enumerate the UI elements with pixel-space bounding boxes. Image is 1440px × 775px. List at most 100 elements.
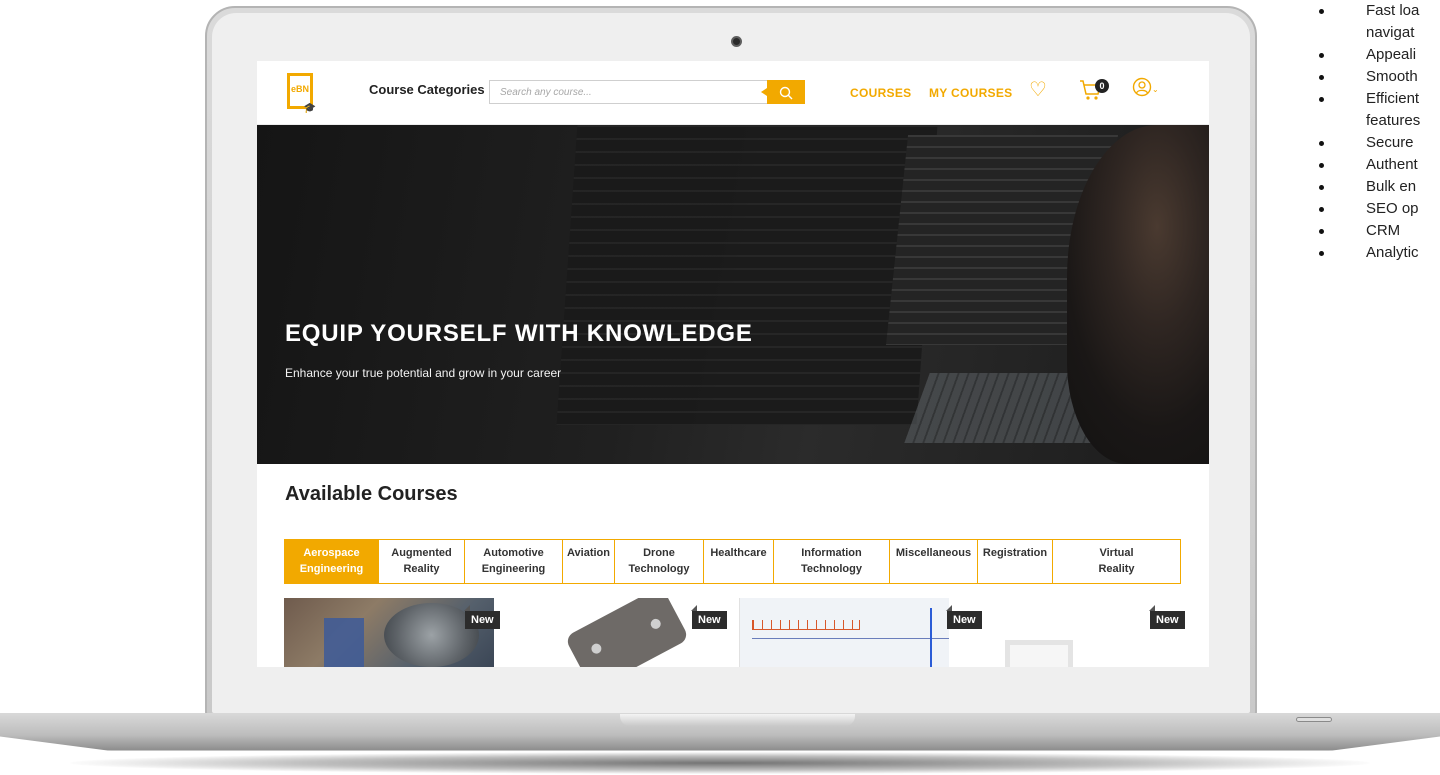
tab-automotive-engineering[interactable]: Automotive Engineering xyxy=(465,540,563,583)
feature-item: CRM xyxy=(1319,220,1440,242)
bracket-hole xyxy=(648,617,663,631)
feature-text: Efficient xyxy=(1366,90,1420,107)
tab-label-line1: Healthcare xyxy=(710,547,767,559)
image-placeholder-icon xyxy=(1005,640,1073,667)
feature-item: Bulk en xyxy=(1319,176,1440,198)
feature-text: navigat xyxy=(1366,24,1415,41)
laptop-notch xyxy=(620,714,855,726)
feature-item: Appeali xyxy=(1319,44,1440,66)
bullet-icon xyxy=(1319,53,1324,58)
bullet-icon xyxy=(1319,75,1324,80)
tab-label-line1: Augmented xyxy=(391,547,452,559)
feature-text: features xyxy=(1366,112,1421,129)
graduation-cap-icon: 🎓 xyxy=(303,103,317,114)
search-icon xyxy=(779,86,793,99)
feature-item-continued: features xyxy=(1320,110,1440,132)
website-screen: eBN 🎓 Course Categories COURSES MY COURS… xyxy=(257,61,1209,667)
feature-text: Analytic xyxy=(1366,244,1419,261)
tab-label-line1: Virtual xyxy=(1099,547,1134,559)
feature-list: Fast loa navigat Appeali Smooth Efficien… xyxy=(1319,0,1440,264)
bracket-part-image xyxy=(564,598,690,667)
feature-item: Smooth xyxy=(1319,66,1440,88)
search-button[interactable] xyxy=(761,80,805,104)
tab-information-technology[interactable]: Information Technology xyxy=(774,540,890,583)
bullet-icon xyxy=(1319,251,1324,256)
bullet-icon xyxy=(1319,185,1324,190)
hero-subtitle: Enhance your true potential and grow in … xyxy=(285,366,562,380)
course-categories-menu[interactable]: Course Categories xyxy=(369,82,485,97)
tab-virtual-reality[interactable]: Virtual Reality xyxy=(1053,540,1180,583)
feature-text: Fast loa xyxy=(1366,2,1420,19)
camera-icon xyxy=(731,36,742,47)
bullet-icon xyxy=(1319,141,1324,146)
feature-item: Efficient xyxy=(1319,88,1440,110)
feature-item: SEO op xyxy=(1319,198,1440,220)
logo-text: eBN xyxy=(290,84,309,94)
tab-label-line1: Information xyxy=(801,547,862,559)
diagram-line xyxy=(752,638,949,639)
hero-banner: EQUIP YOURSELF WITH KNOWLEDGE Enhance yo… xyxy=(257,125,1209,464)
hero-background-monitor xyxy=(556,125,938,425)
cart-count-badge: 0 xyxy=(1095,79,1109,93)
feature-text: Appeali xyxy=(1366,46,1417,63)
tab-label-line2: Reality xyxy=(403,563,440,575)
course-card[interactable] xyxy=(967,598,1177,667)
tab-label-line1: Aviation xyxy=(567,547,610,559)
tab-registration[interactable]: Registration xyxy=(978,540,1053,583)
new-badge: New xyxy=(946,605,982,629)
bullet-icon xyxy=(1319,97,1324,102)
tab-drone-technology[interactable]: Drone Technology xyxy=(615,540,704,583)
new-badge: New xyxy=(464,605,500,629)
tab-label-line1: Registration xyxy=(982,547,1048,559)
diagram-axis xyxy=(930,608,932,667)
beam-diagram-image xyxy=(752,620,860,630)
bullet-icon xyxy=(1319,9,1324,14)
chevron-down-icon[interactable]: ⌄ xyxy=(1152,85,1159,94)
feature-text: Authent xyxy=(1366,156,1418,173)
tab-label-line1: Drone xyxy=(643,547,675,559)
site-header: eBN 🎓 Course Categories COURSES MY COURS… xyxy=(257,61,1209,125)
bracket-hole xyxy=(589,641,604,656)
course-category-tabs: Aerospace Engineering Augmented Reality … xyxy=(284,539,1181,584)
feature-text: Bulk en xyxy=(1366,178,1417,195)
tab-label-line2: Technology xyxy=(801,563,862,575)
tab-label-line1: Aerospace xyxy=(303,547,360,559)
course-cards: New New New New xyxy=(284,598,1185,667)
tab-augmented-reality[interactable]: Augmented Reality xyxy=(379,540,465,583)
feature-text: Smooth xyxy=(1366,68,1418,85)
tab-healthcare[interactable]: Healthcare xyxy=(704,540,774,583)
tab-label-line2: Engineering xyxy=(299,563,364,575)
feature-item: Secure xyxy=(1319,132,1440,154)
tab-miscellaneous[interactable]: Miscellaneous xyxy=(890,540,978,583)
course-card[interactable] xyxy=(284,598,494,667)
section-title: Available Courses xyxy=(285,483,458,505)
user-icon-svg xyxy=(1132,77,1152,97)
course-card[interactable] xyxy=(739,598,949,667)
tab-label-line1: Miscellaneous xyxy=(895,547,972,559)
heart-icon[interactable]: ♡ xyxy=(1029,77,1047,102)
user-icon[interactable] xyxy=(1132,77,1152,103)
tab-label-line2: Technology xyxy=(628,563,690,575)
bullet-icon xyxy=(1319,229,1324,234)
laptop-indicator xyxy=(1296,717,1332,722)
bullet-icon xyxy=(1319,163,1324,168)
feature-item-continued: navigat xyxy=(1320,22,1440,44)
tab-label-line2: Reality xyxy=(1098,563,1135,575)
feature-item: Authent xyxy=(1319,154,1440,176)
feature-item: Analytic xyxy=(1319,242,1440,264)
nav-courses[interactable]: COURSES xyxy=(850,86,911,100)
new-badge: New xyxy=(691,605,727,629)
laptop-shadow xyxy=(70,752,1370,774)
search-input[interactable] xyxy=(489,80,767,104)
feature-text: CRM xyxy=(1366,222,1401,239)
tab-label-line2: Engineering xyxy=(481,563,546,575)
engine-worker-image xyxy=(324,618,364,667)
new-badge: New xyxy=(1149,605,1185,629)
tab-aerospace-engineering[interactable]: Aerospace Engineering xyxy=(285,540,379,583)
feature-text: SEO op xyxy=(1366,200,1419,217)
tab-aviation[interactable]: Aviation xyxy=(563,540,615,583)
feature-text: Secure xyxy=(1366,134,1414,151)
bullet-icon xyxy=(1319,207,1324,212)
feature-item: Fast loa xyxy=(1319,0,1440,22)
nav-my-courses[interactable]: MY COURSES xyxy=(929,86,1012,100)
